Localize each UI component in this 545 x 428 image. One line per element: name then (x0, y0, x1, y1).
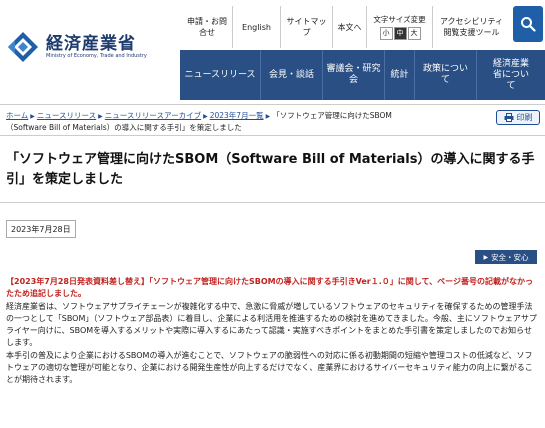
logo-mark-icon (6, 30, 40, 64)
english-link[interactable]: English (232, 6, 280, 48)
nav-statistics[interactable]: 統計 (384, 50, 414, 100)
nav-about-label: 経済産業省について (492, 58, 529, 91)
breadcrumb-home[interactable]: ホーム (6, 111, 28, 120)
body-paragraph: 経済産業省は、ソフトウェアサプライチェーンが複雑化する中で、急激に脅威が増してい… (6, 301, 537, 348)
breadcrumb-bar: ホーム ▶ ニュースリリース ▶ ニュースリリースアーカイブ ▶ 2023年7月一覧 ▶ 「ソフ… (0, 104, 545, 136)
article-body: 【2023年7月28日発表資料差し替え】「ソフトウェア管理に向けたSBOMの導入… (6, 276, 540, 387)
publish-date: 2023年7月28日 (6, 220, 76, 238)
sitemap-link[interactable]: サイトマップ (280, 6, 332, 48)
site-header: 経済産業省 Ministry of Economy, Trade and Ind… (0, 0, 545, 100)
print-button[interactable]: 印刷 (496, 110, 540, 125)
page-title: 「ソフトウェア管理に向けたSBOM（Software Bill of Mater… (6, 152, 535, 187)
nav-councils-label: 審議会・研究会 (326, 64, 381, 85)
english-label: English (242, 22, 271, 32)
meti-logo[interactable]: 経済産業省 Ministry of Economy, Trade and Ind… (6, 30, 147, 64)
category-tag[interactable]: ▶ 安全・安心 (475, 250, 537, 264)
global-nav: ニュースリリース 会見・談話 審議会・研究会 統計 政策について 経済産業省につ… (180, 50, 545, 100)
breadcrumb-archive[interactable]: ニュースリリースアーカイブ (105, 111, 201, 120)
nav-about[interactable]: 経済産業省について (476, 50, 545, 100)
logo-subtitle: Ministry of Economy, Trade and Industry (46, 52, 147, 59)
divider (0, 202, 545, 203)
nav-policy[interactable]: 政策について (414, 50, 476, 100)
nav-news[interactable]: ニュースリリース (180, 50, 260, 100)
printer-icon (504, 113, 513, 122)
nav-policy-label: 政策について (422, 64, 468, 85)
skip-label: 本文へ (337, 22, 362, 32)
breadcrumb-month[interactable]: 2023年7月一覧 (210, 111, 264, 120)
contact-link[interactable]: 申請・お問合せ (182, 6, 232, 48)
breadcrumb: ホーム ▶ ニュースリリース ▶ ニュースリリースアーカイブ ▶ 2023年7月一覧 ▶ 「ソフ… (6, 110, 406, 133)
nav-councils[interactable]: 審議会・研究会 (322, 50, 384, 100)
breadcrumb-news[interactable]: ニュースリリース (37, 111, 96, 120)
chevron-right-icon: ▶ (203, 113, 208, 120)
chevron-right-icon: ▶ (98, 113, 103, 120)
nav-press-conference[interactable]: 会見・談話 (260, 50, 322, 100)
accessibility-link[interactable]: アクセシビリティ閲覧支援ツール (432, 6, 510, 48)
search-icon (521, 17, 536, 32)
accessibility-label: アクセシビリティ閲覧支援ツール (439, 17, 504, 37)
chevron-right-icon: ▶ (30, 113, 35, 120)
sitemap-label: サイトマップ (286, 17, 327, 37)
category-tag-label: 安全・安心 (491, 252, 529, 262)
nav-statistics-label: 統計 (390, 69, 409, 80)
revision-notice: 【2023年7月28日発表資料差し替え】「ソフトウェア管理に向けたSBOMの導入… (6, 277, 533, 299)
nav-press-label: 会見・談話 (268, 69, 314, 80)
triangle-right-icon: ▶ (483, 253, 489, 261)
skip-to-content-link[interactable]: 本文へ (332, 6, 366, 48)
search-button[interactable] (513, 6, 543, 42)
print-label: 印刷 (516, 113, 533, 122)
font-size-medium-button[interactable]: 中 (393, 27, 407, 40)
contact-label: 申請・お問合せ (187, 17, 227, 37)
font-size-label: 文字サイズ変更 (373, 15, 426, 24)
nav-news-label: ニュースリリース (184, 69, 256, 80)
font-size-control: 文字サイズ変更 小中大 (366, 6, 432, 48)
chevron-right-icon: ▶ (265, 113, 271, 120)
font-size-small-button[interactable]: 小 (379, 27, 393, 40)
body-paragraph: 本手引の普及により企業におけるSBOMの導入が進むことで、ソフトウェアの脆弱性へ… (6, 350, 533, 385)
font-size-large-button[interactable]: 大 (407, 27, 421, 40)
logo-title: 経済産業省 (46, 33, 136, 54)
